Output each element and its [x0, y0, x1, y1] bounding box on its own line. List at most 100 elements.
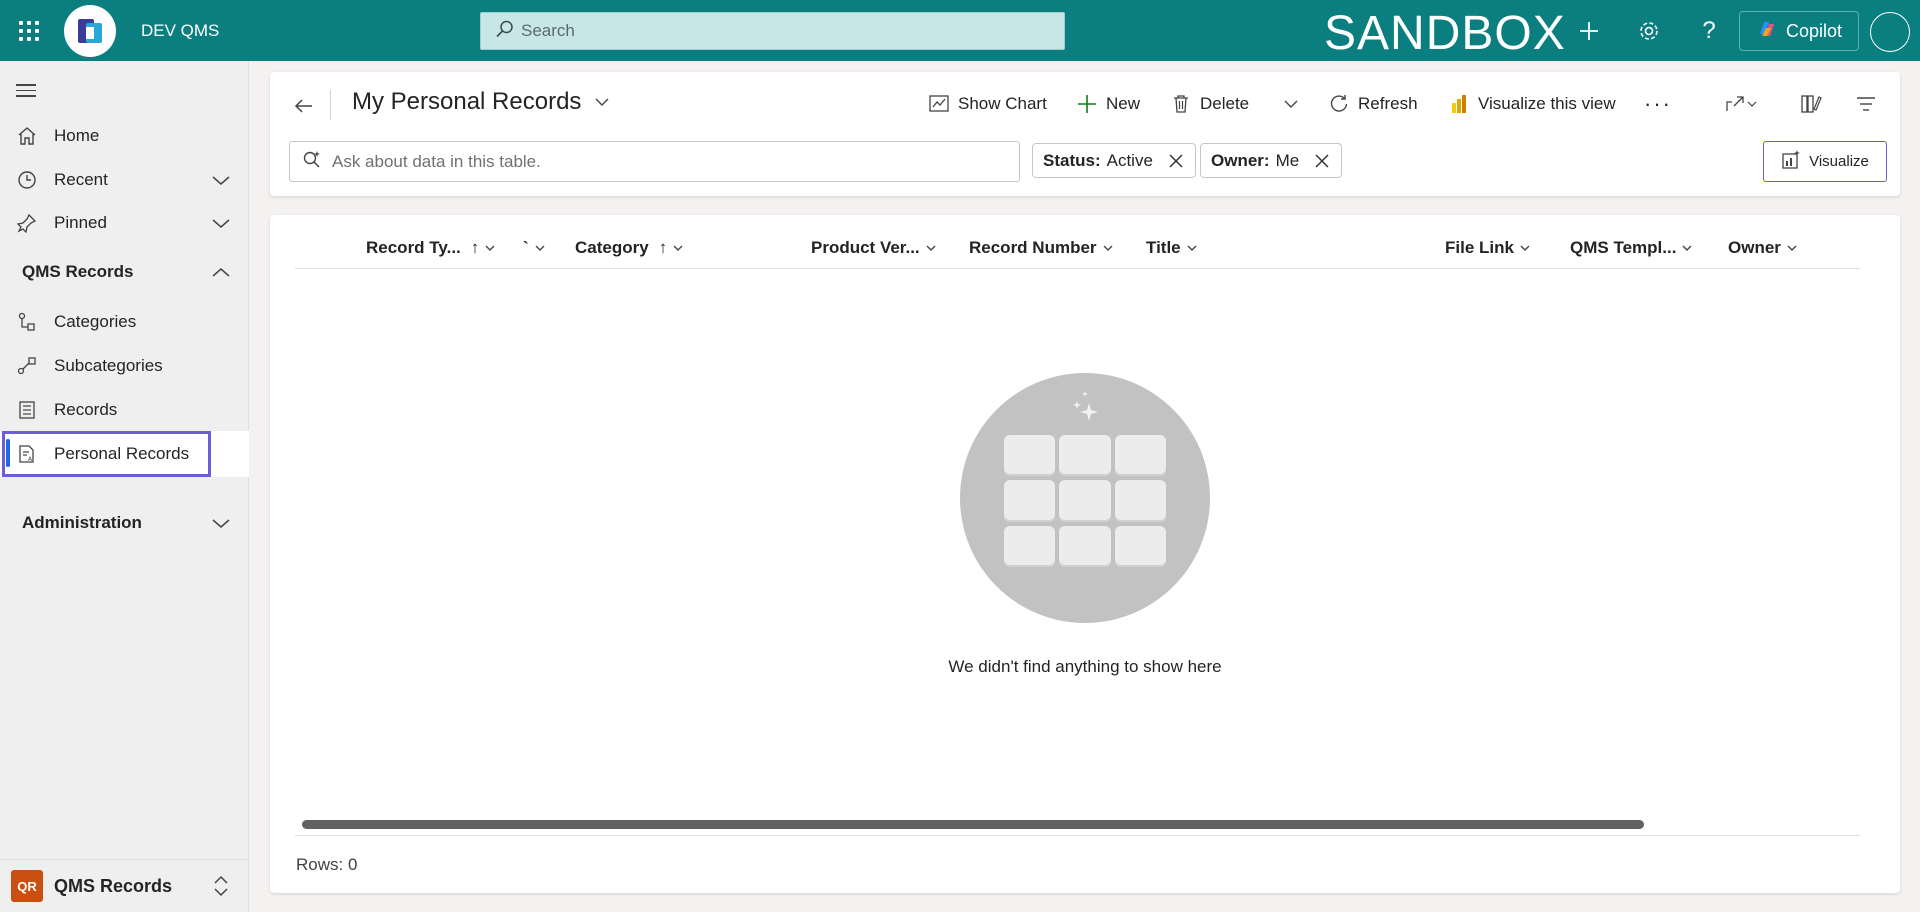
global-search[interactable]: Search	[480, 12, 1065, 50]
horizontal-scrollbar[interactable]	[302, 820, 1644, 829]
column-header-backtick[interactable]: `	[523, 230, 547, 266]
show-chart-label: Show Chart	[958, 94, 1047, 113]
refresh-label: Refresh	[1358, 94, 1418, 113]
area-badge: QR	[11, 870, 43, 902]
page-title: My Personal Records	[352, 88, 582, 115]
trash-icon	[1170, 93, 1192, 115]
edit-columns-icon[interactable]	[1800, 86, 1822, 122]
chevron-down-icon	[1682, 245, 1692, 251]
sort-ascending-icon: ↑	[658, 238, 668, 257]
app-logo[interactable]	[64, 5, 116, 57]
empty-state-illustration	[960, 373, 1210, 623]
records-icon	[16, 399, 38, 421]
chevron-down-icon	[1280, 93, 1302, 115]
filter-key: Owner:	[1211, 150, 1270, 170]
visualize-icon	[1781, 149, 1801, 174]
sidebar-group-label: Administration	[22, 513, 142, 532]
visualize-view-label: Visualize this view	[1478, 94, 1616, 113]
area-switcher[interactable]: QR QMS Records	[0, 859, 249, 912]
filter-chip-status[interactable]: Status: Active	[1032, 143, 1196, 178]
filter-key: Status:	[1043, 150, 1101, 170]
search-placeholder: Search	[521, 21, 575, 40]
chevron-down-icon	[1787, 245, 1797, 251]
ai-search-icon	[302, 149, 322, 174]
chart-icon	[928, 93, 950, 115]
column-label: QMS Templ...	[1570, 238, 1677, 257]
ask-data-placeholder: Ask about data in this table.	[332, 151, 541, 171]
hamburger-menu-icon[interactable]	[16, 81, 40, 101]
sidebar-item-records[interactable]: Records	[0, 390, 249, 430]
column-header-record-type[interactable]: Record Ty... ↑	[366, 230, 497, 266]
filter-icon[interactable]	[1855, 86, 1877, 122]
column-header-owner[interactable]: Owner	[1728, 230, 1799, 266]
share-icon[interactable]	[1724, 86, 1758, 122]
sidebar-item-recent[interactable]: Recent	[0, 160, 249, 200]
column-label: Category	[575, 238, 649, 257]
app-name[interactable]: DEV QMS	[141, 21, 219, 41]
copilot-button[interactable]: Copilot	[1739, 11, 1859, 51]
chevron-up-icon[interactable]	[210, 261, 232, 283]
pin-icon	[16, 212, 38, 234]
chevron-up-down-icon	[210, 873, 232, 899]
sidebar-item-label: Pinned	[54, 213, 107, 232]
rows-count: Rows: 0	[296, 855, 358, 874]
chevron-down-icon[interactable]	[210, 169, 232, 191]
sidebar-item-subcategories[interactable]: Subcategories	[0, 346, 249, 386]
sidebar-item-label: Records	[54, 400, 118, 419]
refresh-icon	[1328, 93, 1350, 115]
sidebar: Home Recent Pinned QMS Records Categorie…	[0, 61, 249, 912]
top-bar: DEV QMS Search SANDBOX ? Copilot	[0, 0, 1920, 61]
sidebar-item-home[interactable]: Home	[0, 116, 249, 156]
empty-state-message: We didn't find anything to show here	[948, 657, 1222, 676]
chevron-down-icon[interactable]	[210, 512, 232, 534]
divider	[330, 90, 331, 120]
filter-value: Active	[1106, 150, 1153, 170]
empty-table-icon	[1004, 435, 1166, 567]
area-name: QMS Records	[54, 875, 173, 896]
chevron-down-icon[interactable]	[210, 212, 232, 234]
column-header-title[interactable]: Title	[1146, 230, 1199, 266]
chevron-down-icon	[1520, 245, 1530, 251]
environment-label: SANDBOX	[1324, 7, 1566, 60]
back-arrow-icon[interactable]	[288, 90, 320, 122]
column-label: File Link	[1445, 238, 1514, 257]
more-options-icon[interactable]: ···	[1644, 86, 1672, 122]
gear-icon[interactable]	[1632, 14, 1666, 48]
sidebar-item-personal-records[interactable]: A Personal Records	[0, 431, 249, 477]
visualize-button[interactable]: Visualize	[1763, 141, 1887, 182]
sidebar-item-label: Subcategories	[54, 356, 163, 375]
column-header-product-version[interactable]: Product Ver...	[811, 230, 938, 266]
visualize-this-view-button[interactable]: Visualize this view	[1448, 86, 1616, 122]
sidebar-group-administration[interactable]: Administration	[0, 503, 249, 543]
column-label: Record Ty...	[366, 238, 461, 257]
plus-icon[interactable]	[1572, 14, 1606, 48]
sparkle-icon	[1073, 391, 1098, 421]
ask-data-input[interactable]: Ask about data in this table.	[289, 141, 1020, 182]
close-icon[interactable]	[1167, 152, 1185, 170]
column-header-record-number[interactable]: Record Number	[969, 230, 1115, 266]
column-header-qms-template[interactable]: QMS Templ...	[1570, 230, 1694, 266]
column-header-file-link[interactable]: File Link	[1445, 230, 1532, 266]
refresh-button[interactable]: Refresh	[1328, 86, 1418, 122]
view-selector[interactable]: My Personal Records	[352, 88, 611, 116]
sidebar-item-pinned[interactable]: Pinned	[0, 203, 249, 243]
sidebar-item-categories[interactable]: Categories	[0, 302, 249, 342]
user-avatar[interactable]	[1870, 12, 1910, 52]
more-commands-dropdown[interactable]	[1280, 86, 1302, 122]
column-header-category[interactable]: Category ↑	[575, 230, 685, 266]
sidebar-group-qms-records[interactable]: QMS Records	[0, 252, 249, 292]
search-icon	[495, 19, 515, 44]
subcategory-icon	[16, 355, 38, 377]
copilot-icon	[1756, 18, 1778, 45]
new-button[interactable]: New	[1076, 86, 1140, 122]
filter-chip-owner[interactable]: Owner: Me	[1200, 143, 1343, 178]
close-icon[interactable]	[1313, 152, 1331, 170]
chevron-down-icon	[673, 245, 683, 251]
show-chart-button[interactable]: Show Chart	[928, 86, 1047, 122]
help-icon[interactable]: ?	[1692, 14, 1726, 48]
power-bi-icon	[1448, 93, 1470, 115]
category-icon	[16, 311, 38, 333]
app-launcher-icon[interactable]	[16, 18, 42, 44]
chevron-down-icon	[1187, 245, 1197, 251]
delete-button[interactable]: Delete	[1170, 86, 1249, 122]
